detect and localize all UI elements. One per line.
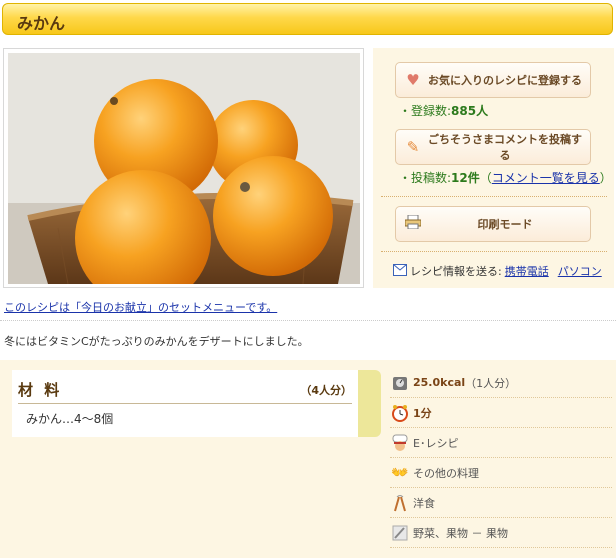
calories-value: 25.0kcal <box>413 376 466 389</box>
ingredients-panel: 材 料 （4人分） みかん…4〜8個 <box>12 370 358 437</box>
add-favorite-button[interactable]: ♥ お気に入りのレシピに登録する <box>395 62 591 98</box>
servings-label: （4人分） <box>300 384 352 397</box>
cuisine-row: 洋食 <box>390 488 612 518</box>
heart-icon: ♥ <box>406 71 420 89</box>
fork-knife-icon <box>390 493 410 513</box>
divider <box>381 251 607 252</box>
printer-icon <box>402 214 424 233</box>
cuisine-value: 洋食 <box>413 496 435 510</box>
send-recipe-row: レシピ情報を送る: 携帯電話 パソコン <box>393 263 602 279</box>
recipe-photo <box>8 53 360 284</box>
recipe-description: 冬にはビタミンCがたっぷりのみかんをデザートにしました。 <box>4 335 309 348</box>
ingredient-item: みかん…4〜8個 <box>26 412 114 426</box>
send-mobile-link[interactable]: 携帯電話 <box>505 263 549 279</box>
send-label: レシピ情報を送る: <box>410 265 502 278</box>
pencil-icon: ✎ <box>406 138 420 156</box>
ingredients-box: 材 料 （4人分） みかん…4〜8個 <box>12 370 381 437</box>
level-value: E･レシピ <box>413 436 459 450</box>
print-mode-label: 印刷モード <box>477 218 533 231</box>
posts-stat: ・投稿数:12件（コメント一覧を見る） <box>399 171 612 185</box>
divider <box>381 196 607 197</box>
post-comment-label: ごちそうさまコメントを投稿する <box>428 133 582 162</box>
category-value: その他の料理 <box>413 466 479 480</box>
chef-icon <box>390 433 410 453</box>
page-title: みかん <box>17 14 66 33</box>
set-menu-link[interactable]: このレシピは「今日のお献立」のセットメニューです。 <box>4 299 277 315</box>
title-bar: みかん <box>2 3 613 35</box>
print-mode-button[interactable]: 印刷モード <box>395 206 591 242</box>
clock-icon <box>390 403 410 423</box>
recipe-info-list: 25.0kcal （1人分） 1分 E･レシピ 👐 その他の料理 洋食 野菜、果物… <box>390 368 612 548</box>
ingredients-header: 材 料 （4人分） <box>18 376 352 404</box>
registered-count: 885人 <box>451 104 489 118</box>
ingredients-heading: 材 料 <box>18 381 63 399</box>
category-row: 👐 その他の料理 <box>390 458 612 488</box>
level-row: E･レシピ <box>390 428 612 458</box>
send-pc-link[interactable]: パソコン <box>558 263 602 279</box>
time-value: 1分 <box>413 406 432 420</box>
knife-icon <box>390 523 410 543</box>
add-favorite-label: お気に入りのレシピに登録する <box>428 74 582 87</box>
scale-icon <box>390 373 410 393</box>
hands-icon: 👐 <box>391 464 409 481</box>
recipe-actions-panel: ♥ お気に入りのレシピに登録する ・登録数:885人 ✎ ごちそうさまコメントを… <box>373 48 614 288</box>
divider <box>0 320 616 321</box>
mail-icon <box>393 263 407 279</box>
calories-note: （1人分） <box>465 376 517 390</box>
ingredients-accent <box>358 370 381 437</box>
ingredient-type-row: 野菜、果物 － 果物 <box>390 518 612 548</box>
time-row: 1分 <box>390 398 612 428</box>
registered-stat: ・登録数:885人 <box>399 104 489 118</box>
comment-list-link[interactable]: コメント一覧を見る <box>492 171 600 185</box>
recipe-photo-frame <box>3 48 364 288</box>
posts-count: 12件 <box>451 171 480 185</box>
ingredient-type-value: 野菜、果物 － 果物 <box>413 526 508 540</box>
post-comment-button[interactable]: ✎ ごちそうさまコメントを投稿する <box>395 129 591 165</box>
calories-row: 25.0kcal （1人分） <box>390 368 612 398</box>
